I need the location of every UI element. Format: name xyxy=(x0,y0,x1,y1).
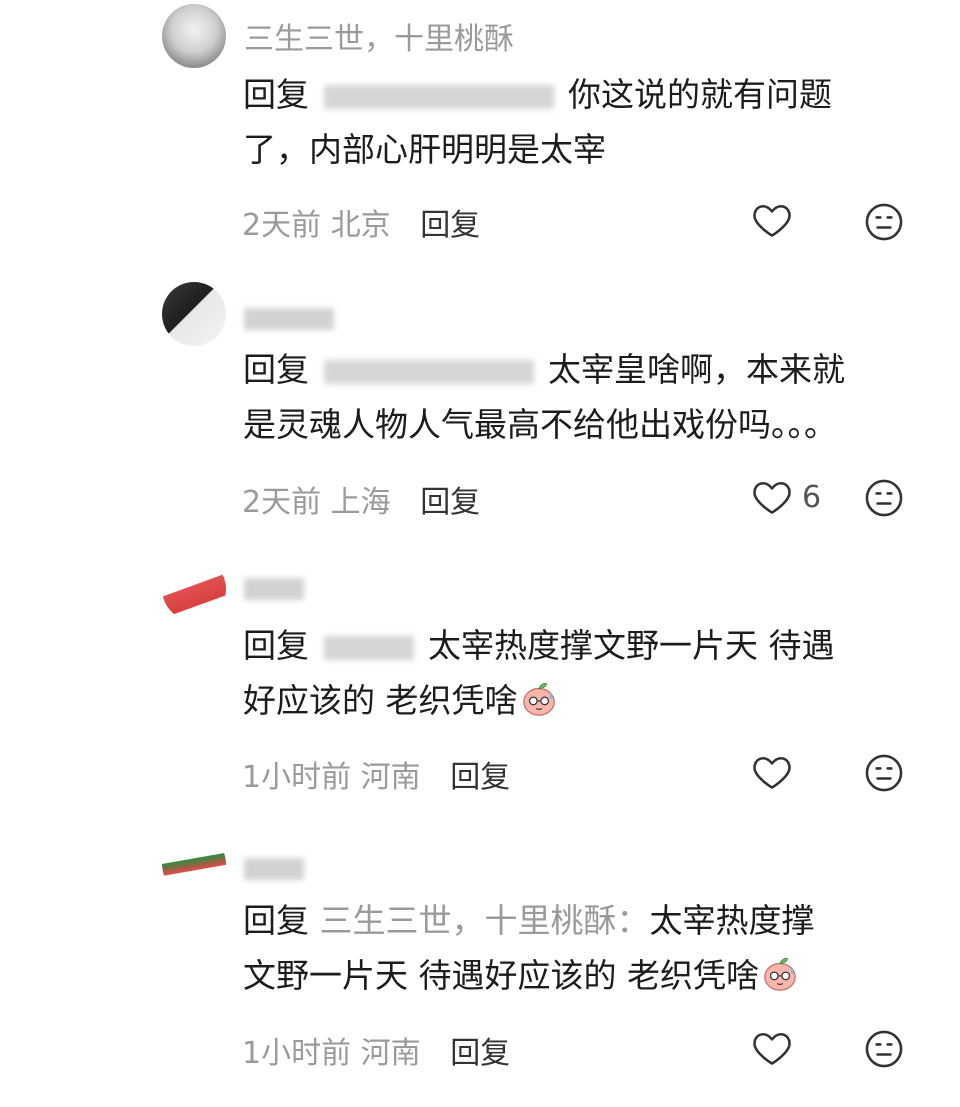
meh-face-icon[interactable] xyxy=(862,476,906,520)
reply-button[interactable]: 回复 xyxy=(450,760,510,795)
comment-location: 上海 xyxy=(330,485,391,520)
meh-face-icon[interactable] xyxy=(862,1027,906,1071)
comment-username[interactable]: 三生三世，十里桃酥 xyxy=(244,14,514,58)
comment-time: 2天前 xyxy=(242,208,322,243)
comment-text-line1: 太宰皇啥啊，本来就 xyxy=(548,350,845,389)
masked-username xyxy=(244,307,334,330)
comment-body: 回复 你这说的就有问题 了，内部心肝明明是太宰 xyxy=(243,67,923,177)
comment-username[interactable] xyxy=(244,300,334,335)
reply-prefix: 回复 xyxy=(243,350,309,389)
avatar[interactable] xyxy=(162,832,226,896)
comment-body: 回复 三生三世，十里桃酥：太宰热度撑 文野一片天 待遇好应该的 老织凭啥 xyxy=(243,893,923,1003)
comment-body: 回复 太宰皇啥啊，本来就 是灵魂人物人气最高不给他出戏份吗。。。 xyxy=(243,342,923,452)
comment-text-line1: 太宰热度撑文野一片天 待遇 xyxy=(428,626,835,665)
like-button[interactable]: 6 xyxy=(750,475,821,519)
like-count: 6 xyxy=(802,479,822,515)
reply-prefix: 回复 xyxy=(243,901,309,940)
like-button[interactable] xyxy=(750,1026,802,1070)
masked-username xyxy=(244,857,304,880)
avatar[interactable] xyxy=(162,4,226,68)
comment-time: 1小时前 xyxy=(242,760,352,795)
masked-username xyxy=(323,635,414,660)
comment-username[interactable] xyxy=(244,570,304,605)
meh-face-icon[interactable] xyxy=(862,751,906,795)
reply-button[interactable]: 回复 xyxy=(450,1036,510,1071)
heart-outline-icon xyxy=(753,756,791,789)
comment-text-line2: 是灵魂人物人气最高不给他出戏份吗。。。 xyxy=(243,405,837,444)
reply-prefix: 回复 xyxy=(243,75,309,114)
masked-username xyxy=(244,577,304,600)
avatar[interactable] xyxy=(162,557,226,621)
comment-text-line2: 了，内部心肝明明是太宰 xyxy=(243,130,606,169)
comment-body: 回复 太宰热度撑文野一片天 待遇 好应该的 老织凭啥 xyxy=(243,618,923,728)
comment-meta: 2天前 北京 回复 xyxy=(242,200,480,244)
comment-text-line1: 太宰热度撑 xyxy=(649,901,815,940)
comment-location: 北京 xyxy=(330,208,391,243)
heart-outline-icon xyxy=(753,1032,791,1065)
comment-location: 河南 xyxy=(360,1036,421,1071)
masked-username xyxy=(323,84,554,109)
reply-prefix: 回复 xyxy=(243,626,309,665)
sweating-peach-emoji xyxy=(764,957,796,991)
reply-button[interactable]: 回复 xyxy=(420,485,480,520)
like-button[interactable] xyxy=(750,198,802,242)
comment-text-line1: 你这说的就有问题 xyxy=(568,75,832,114)
comment-time: 2天前 xyxy=(242,485,322,520)
comment-meta: 1小时前 河南 回复 xyxy=(242,1028,510,1072)
comment-location: 河南 xyxy=(360,760,421,795)
heart-outline-icon xyxy=(753,481,791,514)
sweating-peach-emoji xyxy=(522,682,555,716)
avatar[interactable] xyxy=(162,282,226,346)
meh-face-icon[interactable] xyxy=(862,200,906,244)
comment-text-line2: 文野一片天 待遇好应该的 老织凭啥 xyxy=(243,956,759,995)
masked-username xyxy=(323,359,534,384)
comment-meta: 2天前 上海 回复 xyxy=(242,477,480,521)
heart-outline-icon xyxy=(753,204,791,237)
comment-text-line2: 好应该的 老织凭啥 xyxy=(243,681,518,720)
comment-meta: 1小时前 河南 回复 xyxy=(242,752,510,796)
like-button[interactable] xyxy=(750,750,802,794)
reply-button[interactable]: 回复 xyxy=(420,208,480,243)
comment-username[interactable] xyxy=(244,850,304,885)
mention-username[interactable]: 三生三世，十里桃酥： xyxy=(320,901,650,940)
comment-time: 1小时前 xyxy=(242,1036,352,1071)
